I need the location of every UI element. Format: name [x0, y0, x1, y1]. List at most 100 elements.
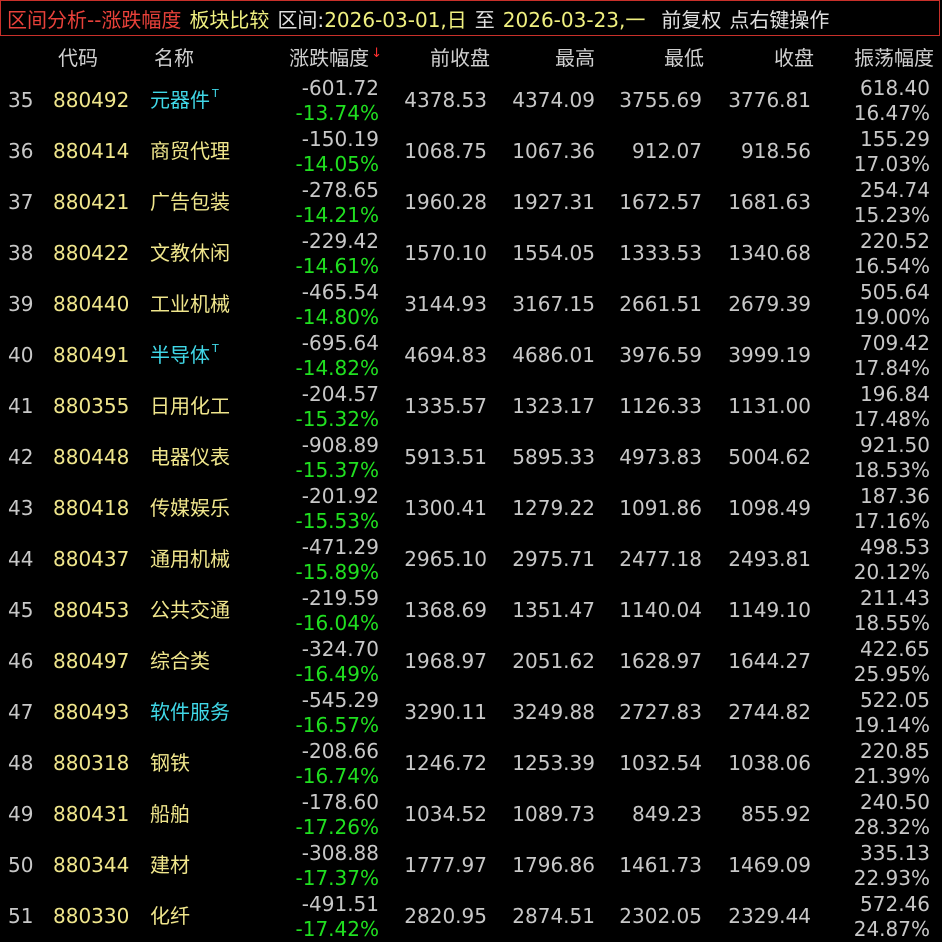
- sector-code: 880421: [53, 190, 130, 214]
- sector-name-label: 钢铁: [150, 751, 190, 775]
- close-value: 1644.27: [728, 649, 811, 673]
- table-row[interactable]: 43 880418 传媒娱乐 -201.92 -15.53% 1300.41 1279.22…: [0, 483, 942, 534]
- close-value: 5004.62: [728, 445, 811, 469]
- column-header-close[interactable]: 收盘: [774, 44, 814, 72]
- close-value: 918.56: [741, 139, 811, 163]
- low-value: 2302.05: [619, 904, 702, 928]
- adjust-mode-button[interactable]: 前复权: [661, 4, 721, 33]
- table-body: 35 880492 元器件 T -601.72 -13.74% 4378.53 4374.09…: [0, 75, 942, 942]
- sector-code: 880318: [53, 751, 130, 775]
- table-row[interactable]: 42 880448 电器仪表 -908.89 -15.37% 5913.51 5895.33…: [0, 432, 942, 483]
- table-row[interactable]: 47 880493 软件服务 -545.29 -16.57% 3290.11 3249.88…: [0, 687, 942, 738]
- sector-code: 880422: [53, 241, 130, 265]
- high-value: 2874.51: [512, 904, 595, 928]
- low-value: 3976.59: [619, 343, 702, 367]
- amplitude-value: 240.50: [860, 790, 930, 814]
- sector-code: 880431: [53, 802, 130, 826]
- table-row[interactable]: 51 880330 化纤 -491.51 -17.42% 2820.95 2874.51 23…: [0, 891, 942, 942]
- row-index: 41: [8, 394, 34, 418]
- sector-name: 软件服务: [150, 700, 230, 724]
- sector-code: 880344: [53, 853, 130, 877]
- row-index: 36: [8, 139, 34, 163]
- low-value: 849.23: [632, 802, 702, 826]
- amplitude-percent: 18.53%: [853, 458, 930, 482]
- table-row[interactable]: 46 880497 综合类 -324.70 -16.49% 1968.97 2051.62 1…: [0, 636, 942, 687]
- row-index: 49: [8, 802, 34, 826]
- prev-close-value: 1068.75: [404, 139, 487, 163]
- table-row[interactable]: 41 880355 日用化工 -204.57 -15.32% 1335.57 1323.17…: [0, 381, 942, 432]
- low-value: 2727.83: [619, 700, 702, 724]
- row-index: 35: [8, 88, 34, 112]
- compare-mode-button[interactable]: 板块比较: [189, 4, 269, 33]
- change-value: -229.42: [301, 229, 379, 253]
- t-marker-icon: T: [212, 87, 219, 100]
- table-row[interactable]: 48 880318 钢铁 -208.66 -16.74% 1246.72 1253.39 10…: [0, 738, 942, 789]
- column-header-amplitude[interactable]: 振荡幅度: [854, 44, 934, 72]
- column-header-low[interactable]: 最低: [664, 44, 704, 72]
- amplitude-percent: 22.93%: [853, 866, 930, 890]
- table-row[interactable]: 44 880437 通用机械 -471.29 -15.89% 2965.10 2975.71…: [0, 534, 942, 585]
- prev-close-value: 2965.10: [404, 547, 487, 571]
- sector-name: 文教休闲: [150, 241, 230, 265]
- change-percent: -14.05%: [295, 152, 379, 176]
- prev-close-value: 1335.57: [404, 394, 487, 418]
- low-value: 2661.51: [619, 292, 702, 316]
- amplitude-percent: 18.55%: [853, 611, 930, 635]
- low-value: 1628.97: [619, 649, 702, 673]
- amplitude-percent: 17.16%: [853, 509, 930, 533]
- prev-close-value: 1777.97: [404, 853, 487, 877]
- table-row[interactable]: 40 880491 半导体 T -695.64 -14.82% 4694.83 4686.01…: [0, 330, 942, 381]
- column-header-prev-close[interactable]: 前收盘: [430, 44, 490, 72]
- sector-name: 元器件 T: [150, 87, 219, 116]
- close-value: 2744.82: [728, 700, 811, 724]
- title-bar: 区间分析--涨跌幅度 板块比较 区间: 2026-03-01,日 至 2026-…: [0, 0, 940, 36]
- sector-name-label: 公共交通: [150, 598, 230, 622]
- sector-code: 880497: [53, 649, 130, 673]
- table-header: 代码 名称 涨跌幅度 ↓ 前收盘 最高 最低 收盘 振荡幅度: [0, 36, 942, 80]
- column-header-code[interactable]: 代码: [58, 44, 98, 72]
- change-percent: -13.74%: [295, 101, 379, 125]
- column-header-name[interactable]: 名称: [154, 44, 194, 72]
- amplitude-value: 254.74: [860, 178, 930, 202]
- close-value: 1038.06: [728, 751, 811, 775]
- prev-close-value: 1246.72: [404, 751, 487, 775]
- close-value: 855.92: [741, 802, 811, 826]
- high-value: 1279.22: [512, 496, 595, 520]
- change-percent: -17.42%: [295, 917, 379, 941]
- sector-name: 电器仪表: [150, 445, 230, 469]
- high-value: 3167.15: [512, 292, 595, 316]
- table-row[interactable]: 49 880431 船舶 -178.60 -17.26% 1034.52 1089.73 84…: [0, 789, 942, 840]
- high-value: 4374.09: [512, 88, 595, 112]
- prev-close-value: 1968.97: [404, 649, 487, 673]
- table-row[interactable]: 37 880421 广告包装 -278.65 -14.21% 1960.28 1927.31…: [0, 177, 942, 228]
- amplitude-percent: 24.87%: [853, 917, 930, 941]
- low-value: 1091.86: [619, 496, 702, 520]
- amplitude-value: 422.65: [860, 637, 930, 661]
- high-value: 1089.73: [512, 802, 595, 826]
- table-row[interactable]: 45 880453 公共交通 -219.59 -16.04% 1368.69 1351.47…: [0, 585, 942, 636]
- sector-name: 半导体 T: [150, 342, 219, 371]
- amplitude-value: 921.50: [860, 433, 930, 457]
- sector-name: 公共交通: [150, 598, 230, 622]
- sector-name: 综合类: [150, 649, 210, 673]
- prev-close-value: 1960.28: [404, 190, 487, 214]
- table-row[interactable]: 35 880492 元器件 T -601.72 -13.74% 4378.53 4374.09…: [0, 75, 942, 126]
- table-row[interactable]: 38 880422 文教休闲 -229.42 -14.61% 1570.10 1554.05…: [0, 228, 942, 279]
- low-value: 1672.57: [619, 190, 702, 214]
- high-value: 1323.17: [512, 394, 595, 418]
- table-row[interactable]: 50 880344 建材 -308.88 -17.37% 1777.97 1796.86 14…: [0, 840, 942, 891]
- amplitude-value: 211.43: [860, 586, 930, 610]
- change-percent: -17.37%: [295, 866, 379, 890]
- range-start[interactable]: 2026-03-01,日: [324, 4, 467, 33]
- table-row[interactable]: 39 880440 工业机械 -465.54 -14.80% 3144.93 3167.15…: [0, 279, 942, 330]
- amplitude-value: 498.53: [860, 535, 930, 559]
- prev-close-value: 4694.83: [404, 343, 487, 367]
- range-end[interactable]: 2026-03-23,一: [503, 4, 646, 33]
- column-header-change[interactable]: 涨跌幅度 ↓: [289, 44, 382, 76]
- table-row[interactable]: 36 880414 商贸代理 -150.19 -14.05% 1068.75 1067.36…: [0, 126, 942, 177]
- change-value: -491.51: [301, 892, 379, 916]
- high-value: 5895.33: [512, 445, 595, 469]
- column-header-high[interactable]: 最高: [555, 44, 595, 72]
- change-percent: -15.53%: [295, 509, 379, 533]
- close-value: 1340.68: [728, 241, 811, 265]
